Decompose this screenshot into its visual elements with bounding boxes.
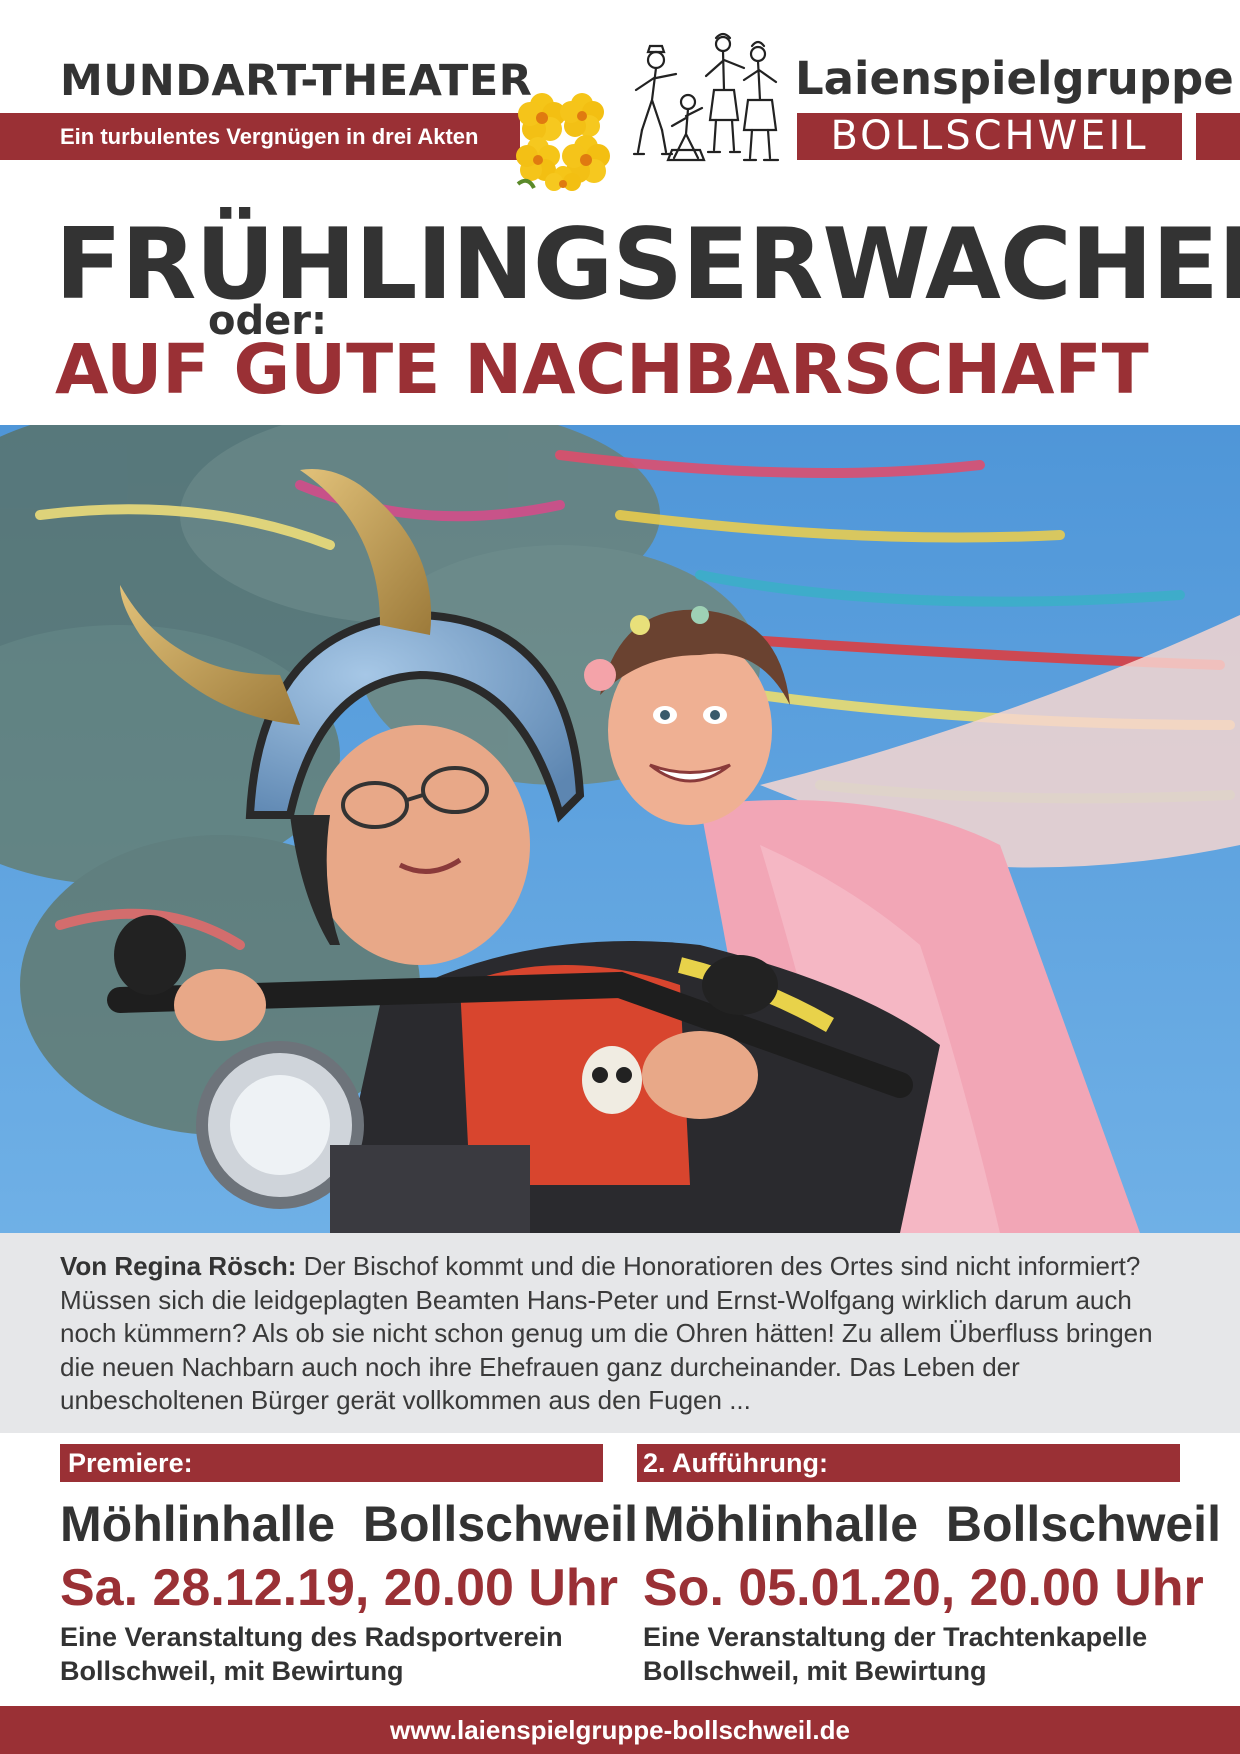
second-show-label: 2. Aufführung: — [643, 1448, 828, 1478]
second-show-organizer: Eine Veranstaltung der Trachtenkapelle B… — [643, 1622, 1148, 1686]
second-show-date: So. 05.01.20, 20.00 Uhr — [643, 1559, 1204, 1617]
description: Von Regina Rösch: Der Bischof kommt und … — [60, 1250, 1190, 1418]
brand-accent-tab — [1196, 113, 1240, 160]
second-show-venue: Möhlinhalle Bollschweil — [643, 1496, 1221, 1552]
header-title: MUNDART-THEATER — [60, 56, 533, 106]
premiere-label: Premiere: — [68, 1448, 193, 1478]
primrose-flowers-icon — [516, 93, 610, 191]
brand-name: Laienspielgruppe — [795, 52, 1234, 105]
actors-sketch-logo — [632, 32, 780, 162]
brand-place: BOLLSCHWEIL — [830, 113, 1149, 159]
premiere-organizer: Eine Veranstaltung des Radsportverein Bo… — [60, 1622, 563, 1686]
poster-photo — [0, 425, 1240, 1233]
author-label: Von Regina Rösch: — [60, 1251, 297, 1281]
premiere-date: Sa. 28.12.19, 20.00 Uhr — [60, 1559, 618, 1617]
title-connector: oder: — [208, 298, 327, 344]
premiere-venue: Möhlinhalle Bollschweil — [60, 1496, 638, 1552]
website-link[interactable]: www.laienspielgruppe-bollschweil.de — [0, 1706, 1240, 1754]
tagline: Ein turbulentes Vergnügen in drei Akten — [60, 124, 479, 149]
